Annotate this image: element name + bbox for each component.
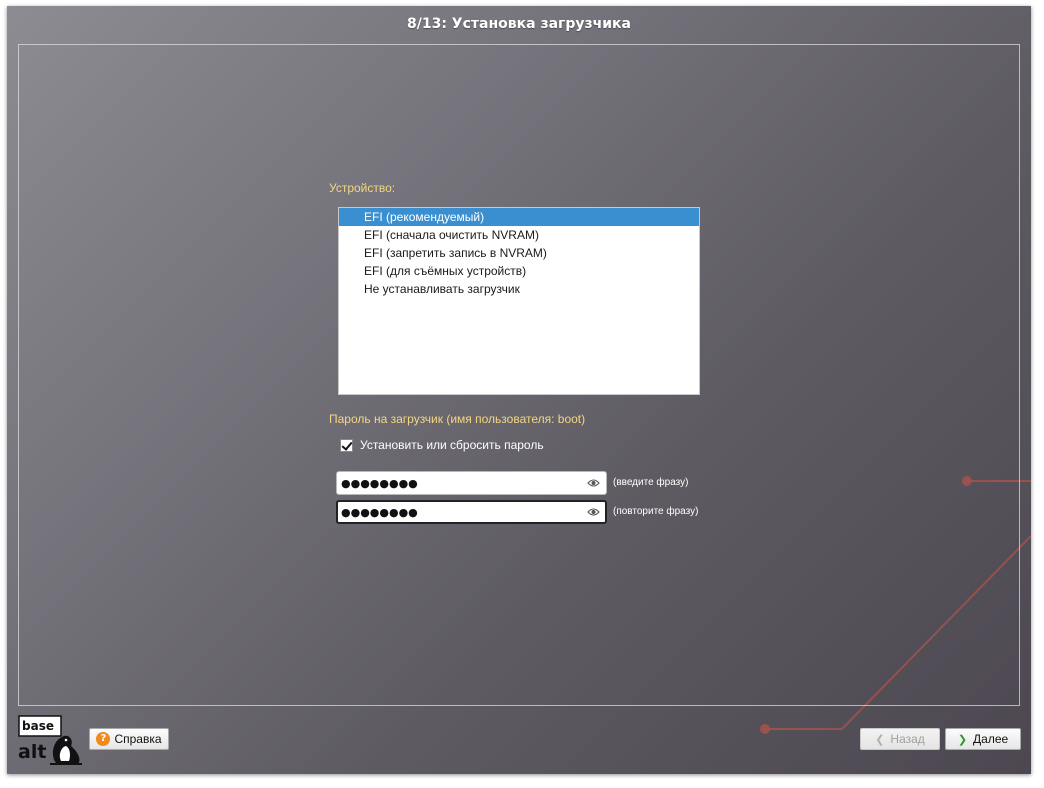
window-title: 8/13: Установка загрузчика: [407, 16, 631, 32]
logo-text-alt: alt: [18, 741, 46, 763]
eye-icon[interactable]: [587, 507, 600, 517]
checkmark-icon: [341, 438, 353, 451]
device-option-efi-no-nvram-write[interactable]: EFI (запретить запись в NVRAM): [339, 244, 699, 262]
next-button-label: Далее: [973, 732, 1009, 746]
basealt-logo: base alt: [18, 715, 82, 765]
chevron-right-icon: ❯: [957, 733, 968, 746]
password-confirm-field[interactable]: [336, 500, 607, 524]
help-question-icon: ?: [96, 732, 111, 746]
chevron-left-icon: ❮: [875, 733, 885, 746]
help-button-label: Справка: [114, 732, 162, 746]
eye-icon[interactable]: [587, 478, 600, 488]
password-field[interactable]: [336, 471, 607, 495]
next-button[interactable]: ❯ Далее: [945, 728, 1021, 750]
device-label: Устройство:: [329, 181, 396, 195]
help-button[interactable]: ? Справка: [89, 728, 169, 750]
set-password-checkbox[interactable]: [340, 438, 353, 452]
installer-window: 8/13: Установка загрузчика Устройство: E…: [7, 6, 1031, 774]
device-option-no-bootloader[interactable]: Не устанавливать загрузчик: [339, 280, 699, 298]
back-button[interactable]: ❮ Назад: [860, 728, 940, 750]
set-password-label[interactable]: Установить или сбросить пароль: [360, 438, 544, 452]
device-option-efi-recommended[interactable]: EFI (рекомендуемый): [339, 208, 699, 226]
back-button-label: Назад: [890, 732, 925, 746]
password-section-label: Пароль на загрузчик (имя пользователя: b…: [329, 412, 586, 426]
logo-text-base: base: [22, 719, 54, 733]
password-confirm-input[interactable]: [341, 503, 576, 521]
password-hint: (введите фразу): [613, 477, 689, 488]
set-password-row[interactable]: Установить или сбросить пароль: [340, 437, 544, 453]
penguin-icon: [50, 735, 82, 765]
device-list[interactable]: EFI (рекомендуемый) EFI (сначала очистит…: [338, 207, 700, 395]
device-option-efi-removable[interactable]: EFI (для съёмных устройств): [339, 262, 699, 280]
password-input[interactable]: [341, 474, 576, 492]
password-confirm-hint: (повторите фразу): [613, 506, 699, 517]
device-option-efi-clear-nvram[interactable]: EFI (сначала очистить NVRAM): [339, 226, 699, 244]
